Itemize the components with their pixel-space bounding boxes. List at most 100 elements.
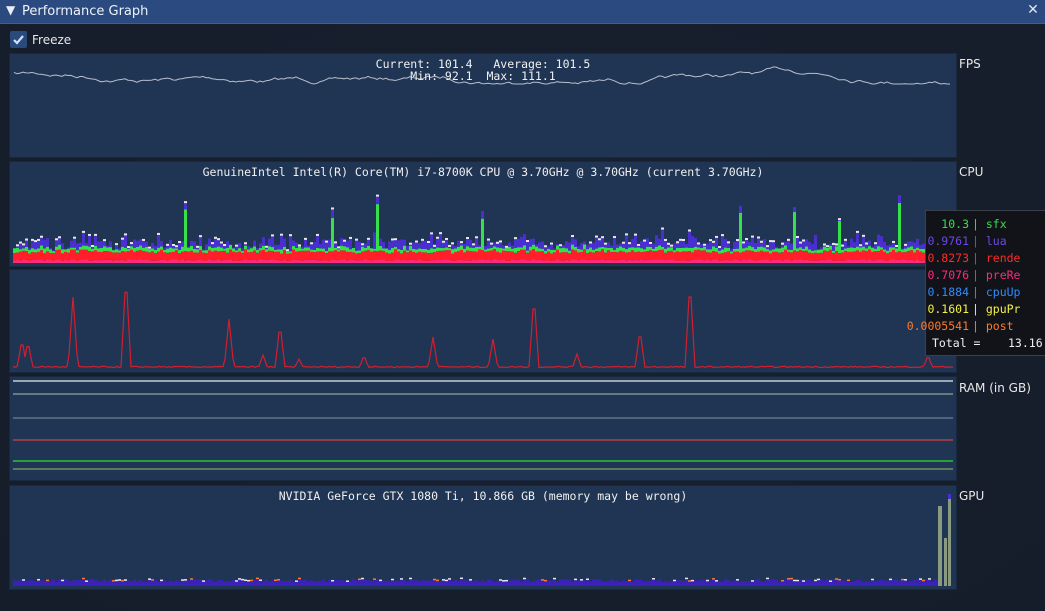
tooltip-row: 0.1884 | cpuUp (926, 285, 1045, 302)
cpu-bar (634, 233, 637, 263)
gpu-bar (631, 581, 634, 586)
gpu-bar (553, 577, 556, 586)
gpu-bar (238, 578, 241, 586)
cpu-bar (916, 238, 919, 263)
cpu-bar (517, 238, 520, 263)
cpu-bar (883, 241, 886, 263)
gpu-bar (619, 581, 622, 586)
gpu-bar (271, 579, 274, 586)
cpu-bar (733, 241, 736, 263)
gpu-bar (337, 579, 340, 586)
gpu-bar (511, 579, 514, 586)
gpu-bar (928, 578, 931, 586)
gpu-bar (649, 580, 652, 586)
cpu-bar (709, 239, 712, 263)
triangle-down-icon[interactable]: ▼ (6, 3, 15, 17)
cpu-bar (817, 248, 820, 263)
cpu-bar (610, 245, 613, 263)
cpu-bar (334, 241, 337, 263)
cpu-bar (112, 249, 115, 263)
gpu-bar (655, 580, 658, 586)
cpu-bar (427, 240, 430, 263)
close-icon[interactable]: ✕ (1025, 2, 1041, 18)
gpu-bar (205, 580, 208, 586)
cpu-bar (481, 210, 484, 263)
cpu-bar (157, 232, 160, 263)
gpu-bar (613, 581, 616, 586)
cpu-bar (52, 250, 55, 263)
gpu-bar (73, 579, 76, 586)
gpu-bar (841, 580, 844, 586)
gpu-bar (670, 580, 673, 586)
window-title-bar[interactable]: ▼ Performance Graph ✕ (0, 0, 1045, 24)
cpu-bar (655, 235, 658, 263)
fps-stats-line2: Min: 92.1 Max: 111.1 (410, 69, 556, 83)
cpu-bar (223, 244, 226, 263)
gpu-bar (40, 580, 43, 586)
cpu-bar (34, 240, 37, 263)
gpu-bar (31, 580, 34, 586)
gpu-bar (589, 581, 592, 586)
gpu-bar (835, 578, 838, 586)
cpu-bar (85, 243, 88, 263)
tooltip-name: | sfx (972, 217, 1007, 231)
gpu-bar (28, 580, 31, 586)
cpu-spike-graph (9, 269, 957, 373)
gpu-bar (673, 579, 676, 586)
gpu-bar (703, 579, 706, 586)
cpu-bar (289, 234, 292, 263)
gpu-bar (778, 581, 781, 586)
gpu-bar (130, 581, 133, 586)
gpu-bar (547, 580, 550, 586)
cpu-bar (730, 248, 733, 263)
gpu-bar (808, 579, 811, 586)
ram-lines-plot (13, 380, 953, 470)
cpu-bar (331, 207, 334, 263)
gpu-bar (235, 580, 238, 586)
gpu-bar (190, 578, 193, 586)
cpu-bar (802, 239, 805, 263)
cpu-bar (232, 247, 235, 263)
gpu-bar (532, 580, 535, 586)
cpu-bar (301, 246, 304, 263)
cpu-bar (40, 235, 43, 263)
cpu-bar (856, 230, 859, 263)
cpu-bar (628, 242, 631, 263)
gpu-bar (199, 579, 202, 586)
gpu-bar (601, 581, 604, 586)
cpu-bar (772, 240, 775, 263)
cpu-bar (358, 241, 361, 263)
checkbox-box[interactable] (10, 31, 27, 48)
cpu-bar (745, 238, 748, 263)
gpu-bar (829, 580, 832, 586)
gpu-bar (268, 581, 271, 586)
gpu-bar (160, 579, 163, 586)
gpu-bar (223, 581, 226, 586)
gpu-bar (544, 579, 547, 586)
gpu-bar (667, 581, 670, 586)
gpu-bar (517, 580, 520, 586)
cpu-bar (415, 240, 418, 263)
gpu-bar (127, 580, 130, 586)
cpu-bar (736, 239, 739, 263)
cpu-bar (418, 243, 421, 263)
cpu-bar (604, 242, 607, 263)
gpu-bar (886, 580, 889, 586)
gpu-bar (865, 581, 868, 586)
gpu-bar (760, 581, 763, 586)
gpu-bar (397, 580, 400, 586)
gpu-bar (400, 578, 403, 586)
gpu-bar (139, 580, 142, 586)
cpu-name: GenuineIntel Intel(R) Core(TM) i7-8700K … (202, 165, 764, 179)
tooltip-name: | cpuUp (972, 285, 1021, 299)
gpu-bar (133, 579, 136, 586)
gpu-bar (640, 579, 643, 586)
tooltip-row: 0.8273 | rende (926, 251, 1045, 268)
gpu-bar (247, 579, 250, 586)
gpu-bar (82, 577, 85, 586)
cpu-bar (490, 242, 493, 263)
ram-label: RAM (in GB) (959, 381, 1031, 395)
gpu-bar (142, 581, 145, 586)
cpu-bar (499, 240, 502, 263)
cpu-bar (532, 238, 535, 263)
